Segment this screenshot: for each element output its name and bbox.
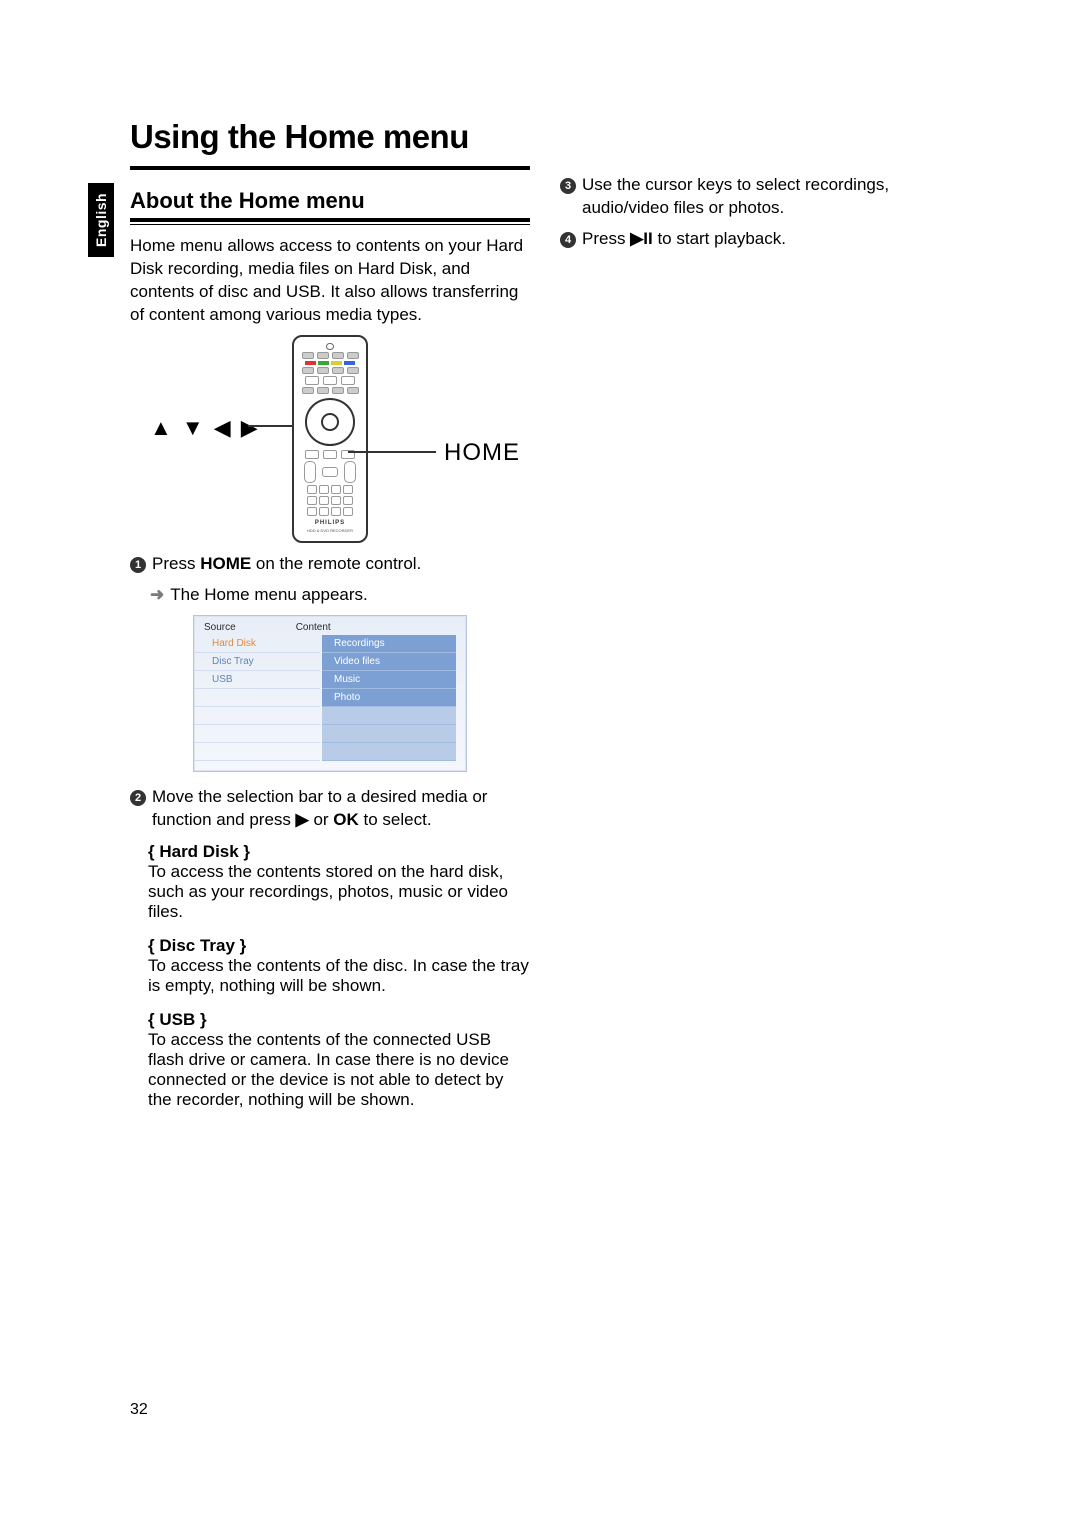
step-2-key1: ▶: [296, 810, 309, 829]
cursor-keys-label: ▲ ▼ ◀ ▶: [150, 415, 260, 441]
option-hard-disk-label: { Hard Disk }: [148, 842, 530, 862]
step-4-text-b: to start playback.: [653, 229, 786, 248]
step-badge-2: 2: [130, 790, 146, 806]
step-2-text-b: or: [309, 810, 334, 829]
step-2-text-c: to select.: [359, 810, 432, 829]
step-4: 4 Press ▶II to start playback.: [560, 228, 960, 251]
menu-content-item: Recordings: [322, 635, 456, 653]
home-key-label: HOME: [444, 439, 520, 467]
menu-content-item: Photo: [322, 689, 456, 707]
intro-paragraph: Home menu allows access to contents on y…: [130, 235, 530, 327]
step-1-key: HOME: [200, 554, 251, 573]
option-disc-tray-desc: To access the contents of the disc. In c…: [148, 956, 530, 996]
section-heading: About the Home menu: [130, 188, 530, 222]
step-badge-3: 3: [560, 178, 576, 194]
heading-underline: [130, 224, 530, 225]
step-2: 2 Move the selection bar to a desired me…: [130, 786, 530, 832]
left-column: Using the Home menu About the Home menu …: [130, 118, 530, 1124]
step-badge-1: 1: [130, 557, 146, 573]
page-title: Using the Home menu: [130, 118, 530, 156]
page-content: Using the Home menu About the Home menu …: [130, 118, 960, 1124]
step-4-key: ▶II: [630, 229, 653, 248]
title-rule: [130, 166, 530, 170]
step-badge-4: 4: [560, 232, 576, 248]
step-3-text: Use the cursor keys to select recordings…: [582, 174, 960, 220]
home-menu-screenshot: Source Content Hard Disk Disc Tray USB .…: [193, 615, 467, 772]
page-number: 32: [130, 1401, 148, 1419]
option-usb-label: { USB }: [148, 1010, 530, 1030]
right-column: 3 Use the cursor keys to select recordin…: [560, 118, 960, 1124]
remote-figure: ▲ ▼ ◀ ▶ PHILIPS HDD & DVD RECORDER: [130, 335, 530, 545]
step-1-text-b: on the remote control.: [251, 554, 421, 573]
option-disc-tray: { Disc Tray } To access the contents of …: [148, 936, 530, 996]
menu-source-item: USB: [194, 671, 320, 689]
menu-col-source: Source: [204, 622, 236, 633]
step-1-result: ➜ The Home menu appears.: [150, 584, 530, 607]
step-1-text-a: Press: [152, 554, 200, 573]
manual-page: English Using the Home menu About the Ho…: [0, 0, 1080, 1524]
menu-col-content: Content: [296, 622, 331, 633]
menu-content-item: Music: [322, 671, 456, 689]
option-disc-tray-label: { Disc Tray }: [148, 936, 530, 956]
option-usb: { USB } To access the contents of the co…: [148, 1010, 530, 1110]
callout-line-left: [248, 425, 292, 427]
option-hard-disk-desc: To access the contents stored on the har…: [148, 862, 530, 922]
callout-line-right: [348, 451, 436, 453]
step-4-text-a: Press: [582, 229, 630, 248]
option-hard-disk: { Hard Disk } To access the contents sto…: [148, 842, 530, 922]
menu-content-item: Video files: [322, 653, 456, 671]
step-2-key2: OK: [333, 810, 359, 829]
step-1-result-text: The Home menu appears.: [170, 584, 368, 607]
remote-illustration: PHILIPS HDD & DVD RECORDER: [292, 335, 368, 543]
option-usb-desc: To access the contents of the connected …: [148, 1030, 530, 1110]
step-1: 1 Press HOME on the remote control.: [130, 553, 530, 576]
menu-source-item: Disc Tray: [194, 653, 320, 671]
result-arrow-icon: ➜: [150, 584, 164, 607]
menu-source-item: Hard Disk: [194, 635, 320, 653]
step-3: 3 Use the cursor keys to select recordin…: [560, 174, 960, 220]
language-tab: English: [88, 183, 114, 257]
